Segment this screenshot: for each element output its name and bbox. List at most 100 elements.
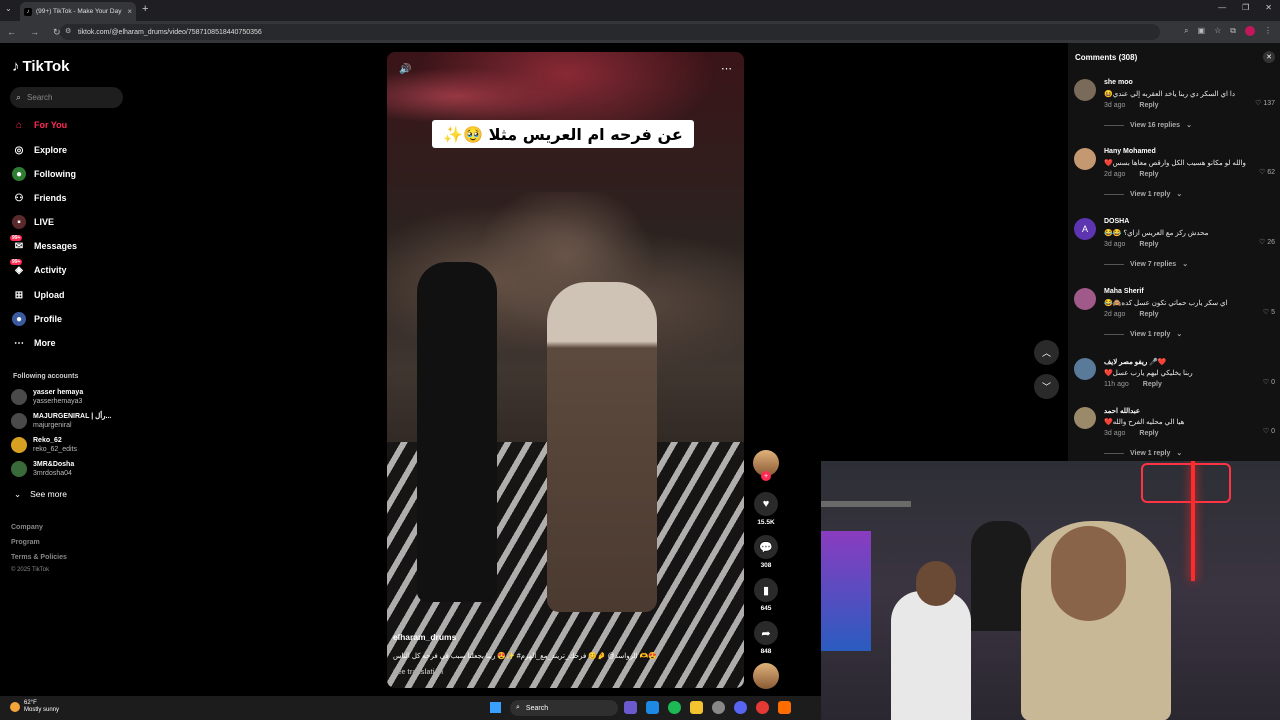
close-window-icon[interactable]: ✕ — [1265, 3, 1272, 12]
reply-button[interactable]: Reply — [1139, 311, 1158, 318]
menu-icon[interactable]: ⋮ — [1264, 26, 1272, 36]
following-account[interactable]: Reko_62 reko_62_edits — [11, 436, 77, 454]
save-button[interactable]: ▮ 645 — [752, 578, 780, 612]
view-replies-button[interactable]: View 16 replies ⌄ — [1104, 121, 1192, 129]
sidebar-item-live[interactable]: ▪ LIVE — [12, 215, 54, 229]
video-player[interactable]: 🔊 ⋯ عن فرحه ام العريس مثلا 🥹✨ elharam_dr… — [387, 52, 744, 688]
footer-link-company[interactable]: Company — [11, 524, 43, 531]
footer-link-program[interactable]: Program — [11, 539, 40, 546]
next-video-button[interactable]: ﹀ — [1034, 374, 1059, 399]
see-more-button[interactable]: ⌄ See more — [14, 489, 67, 500]
app-icon[interactable] — [712, 701, 725, 714]
comment-like[interactable]: ♡ 137 — [1255, 99, 1275, 107]
new-tab-icon[interactable]: + — [142, 3, 148, 15]
sidebar-item-friends[interactable]: ⚇ Friends — [12, 191, 67, 205]
sidebar-item-for-you[interactable]: ⌂ For You — [12, 118, 67, 132]
avatar[interactable] — [1074, 358, 1096, 380]
view-replies-button[interactable]: View 1 reply ⌄ — [1104, 330, 1182, 338]
avatar[interactable]: A — [1074, 218, 1096, 240]
address-bar-actions: ⌕ ▣ ☆ ⧉ ⋮ — [1184, 26, 1272, 36]
avatar[interactable] — [1074, 407, 1096, 429]
weather-widget[interactable]: 62°F Mostly sunny — [10, 700, 59, 714]
bookmark-star-icon[interactable]: ☆ — [1214, 26, 1221, 36]
music-avatar[interactable] — [752, 663, 780, 689]
tiktok-logo[interactable]: ♪ TikTok — [12, 58, 69, 75]
close-icon[interactable]: ✕ — [1263, 51, 1275, 63]
tab-close-icon[interactable]: × — [127, 7, 132, 16]
following-account[interactable]: yasser hemaya yasserhemaya3 — [11, 388, 83, 406]
chrome-icon[interactable] — [756, 701, 769, 714]
video-more-icon[interactable]: ⋯ — [721, 62, 732, 75]
view-replies-button[interactable]: View 1 reply ⌄ — [1104, 190, 1182, 198]
sidebar-item-following[interactable]: ● Following — [12, 167, 76, 181]
author-avatar[interactable]: + — [752, 450, 780, 481]
sidebar-item-activity[interactable]: ◈ 99+ Activity — [10, 259, 67, 277]
forward-icon[interactable]: → — [30, 27, 39, 38]
sidebar-item-profile[interactable]: ● Profile — [12, 312, 62, 326]
comment-author[interactable]: Hany Mohamed — [1104, 148, 1156, 155]
comments-header: Comments (308) — [1075, 53, 1138, 62]
reply-button[interactable]: Reply — [1143, 381, 1162, 388]
browser-tab[interactable]: ♪ (99+) TikTok - Make Your Day × — [20, 2, 136, 21]
follow-plus-icon[interactable]: + — [761, 471, 771, 481]
comment-author[interactable]: عبدالله احمد — [1104, 407, 1140, 415]
extensions-icon[interactable]: ⧉ — [1230, 26, 1236, 36]
edge-icon[interactable] — [646, 701, 659, 714]
cast-icon[interactable]: ▣ — [1198, 26, 1206, 36]
see-translation-link[interactable]: See translation — [393, 669, 443, 676]
volume-icon[interactable]: 🔊 — [399, 64, 411, 75]
comment-like[interactable]: ♡ 62 — [1259, 168, 1275, 176]
app-icon[interactable] — [778, 701, 791, 714]
comment-time: 3d ago — [1104, 430, 1126, 437]
comment-like[interactable]: ♡ 26 — [1259, 238, 1275, 246]
like-button[interactable]: ♥ 15.5K — [752, 492, 780, 526]
comment-author[interactable]: DOSHA — [1104, 218, 1129, 225]
comment-author[interactable]: Maha Sherif — [1104, 288, 1144, 295]
wc-hex-light — [1141, 463, 1231, 503]
sidebar-item-upload[interactable]: ⊞ Upload — [12, 288, 65, 302]
sidebar-item-more[interactable]: ⋯ More — [12, 336, 56, 350]
previous-video-button[interactable]: ︿ — [1034, 340, 1059, 365]
comment-author[interactable]: she moo — [1104, 79, 1133, 86]
sidebar-item-label: Following — [34, 169, 76, 179]
search-input[interactable]: ⌕ Search — [10, 87, 123, 108]
discord-icon[interactable] — [734, 701, 747, 714]
zoom-icon[interactable]: ⌕ — [1184, 26, 1188, 36]
footer-link-terms[interactable]: Terms & Policies — [11, 554, 67, 561]
spotify-icon[interactable] — [668, 701, 681, 714]
profile-avatar[interactable] — [1245, 26, 1255, 36]
sidebar-item-label: Explore — [34, 145, 68, 155]
view-replies-button[interactable]: View 1 reply ⌄ — [1104, 449, 1182, 457]
taskbar-search[interactable]: ⌕ Search — [510, 700, 618, 716]
file-explorer-icon[interactable] — [690, 701, 703, 714]
share-button[interactable]: ➦ 848 — [752, 621, 780, 655]
following-account[interactable]: 3MR&Dosha 3mrdosha04 — [11, 460, 74, 478]
task-view-icon[interactable] — [624, 701, 637, 714]
comment-like[interactable]: ♡ 0 — [1263, 378, 1275, 386]
comment-like[interactable]: ♡ 5 — [1263, 308, 1275, 316]
sidebar-item-messages[interactable]: ✉ 99+ Messages — [10, 235, 77, 253]
heart-icon: ♡ — [1258, 169, 1266, 176]
avatar[interactable] — [1074, 79, 1096, 101]
following-account[interactable]: MAJURGENIRAL | رأل... majurgeniral — [11, 412, 111, 430]
reply-button[interactable]: Reply — [1139, 102, 1158, 109]
comment-author[interactable]: ريفو مصر لايف 🎤❤️ — [1104, 358, 1167, 366]
windows-start-icon[interactable] — [490, 702, 501, 713]
comment-like[interactable]: ♡ 0 — [1263, 427, 1275, 435]
maximize-icon[interactable]: ❐ — [1242, 3, 1249, 12]
view-replies-button[interactable]: View 7 replies ⌄ — [1104, 260, 1188, 268]
tab-search-icon[interactable]: ⌄ — [5, 4, 12, 13]
reply-button[interactable]: Reply — [1139, 171, 1158, 178]
site-info-icon[interactable]: ⚙ — [65, 27, 71, 35]
reply-button[interactable]: Reply — [1139, 241, 1158, 248]
avatar[interactable] — [1074, 288, 1096, 310]
comment-button[interactable]: 💬 308 — [752, 535, 780, 569]
minimize-icon[interactable]: — — [1218, 3, 1226, 12]
reply-button[interactable]: Reply — [1139, 430, 1158, 437]
sidebar-item-explore[interactable]: ◎ Explore — [12, 143, 67, 157]
comment-text: ربنا يخليكي ليهم يارب عسل❤️ — [1104, 370, 1193, 377]
back-icon[interactable]: ← — [7, 27, 16, 38]
video-author[interactable]: elharam_drums — [393, 632, 456, 642]
avatar[interactable] — [1074, 148, 1096, 170]
url-field[interactable]: ⚙ tiktok.com/@elharam_drums/video/758710… — [60, 24, 1160, 40]
